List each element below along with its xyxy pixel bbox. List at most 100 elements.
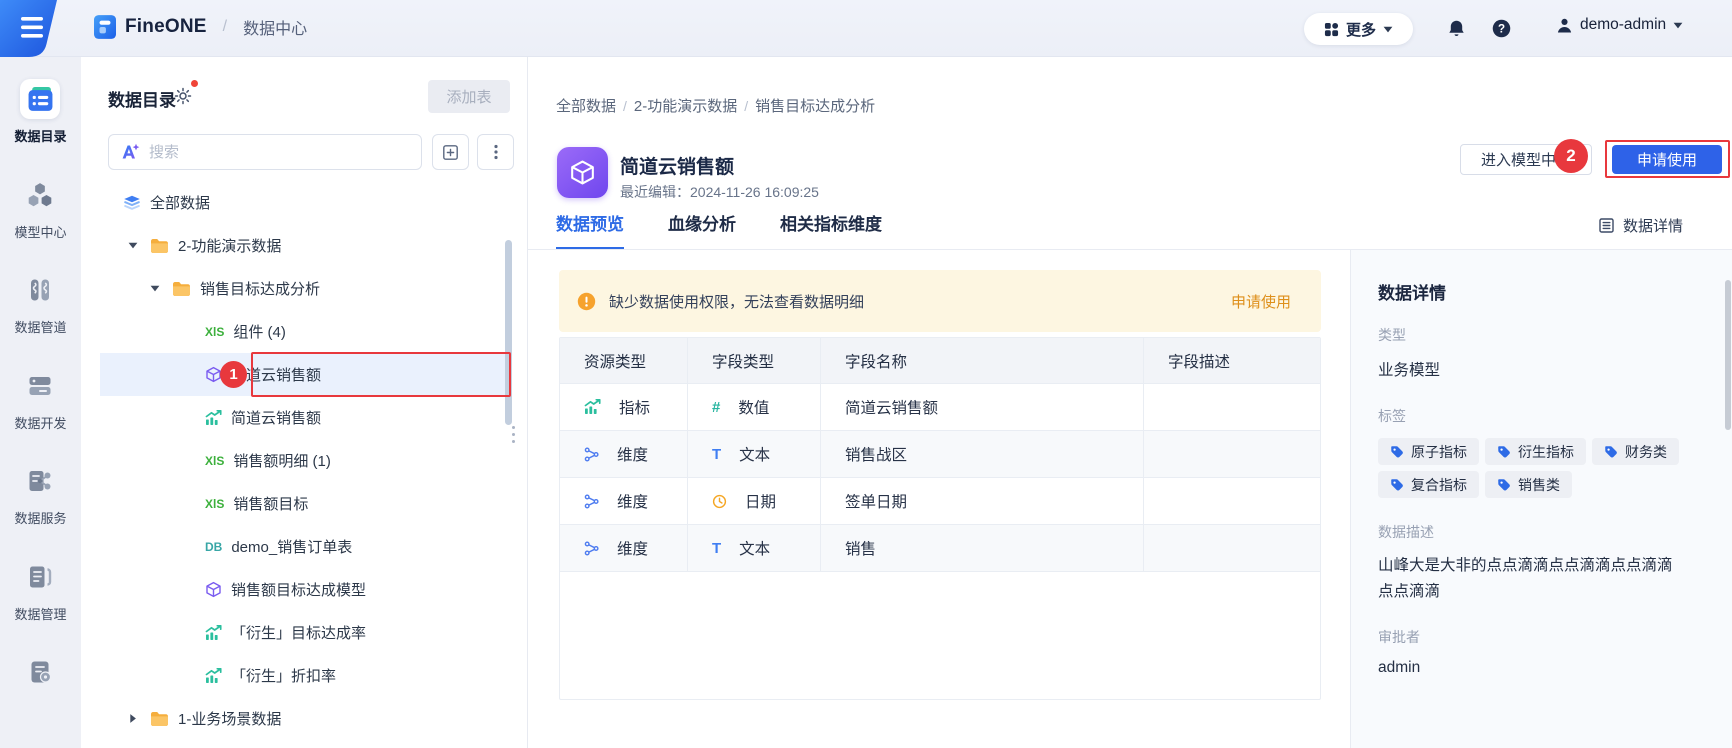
tree-item[interactable]: 1-业务场景数据 <box>100 697 507 740</box>
chart-tree-icon <box>205 668 222 684</box>
table-row[interactable]: 指标#数值简道云销售额 <box>560 384 1320 431</box>
topbar-breadcrumb-section: 数据中心 <box>243 15 307 39</box>
tree-item[interactable]: 销售额目标达成模型 <box>100 568 507 611</box>
resource-type-cell: 维度 <box>560 478 688 525</box>
sidebar-item-label: 数据目录 <box>14 126 66 145</box>
tree-item-label: 「衍生」目标达成率 <box>231 622 366 643</box>
panel-resize-handle[interactable] <box>512 426 515 443</box>
caret-right-icon[interactable] <box>128 715 138 722</box>
search-input[interactable] <box>149 144 421 161</box>
new-folder-button[interactable] <box>432 134 469 170</box>
ai-search-icon <box>120 143 141 161</box>
chevron-down-icon <box>1383 26 1393 33</box>
xls-tree-icon: XlS <box>205 325 224 339</box>
notification-bell-icon[interactable] <box>1447 19 1466 38</box>
sidebar-item-pipeline[interactable]: 数据管道 <box>14 270 66 344</box>
description-value: 山峰大是大非的点点滴滴点点滴滴点点滴滴点点滴滴 <box>1378 553 1678 605</box>
breadcrumb-item[interactable]: 销售目标达成分析 <box>755 98 875 115</box>
sidebar-item-model[interactable]: 模型中心 <box>14 175 66 249</box>
tags-label: 标签 <box>1378 406 1732 426</box>
more-menu-label: 更多 <box>1346 19 1376 40</box>
data-detail-panel: 数据详情 类型 业务模型 标签 原子指标衍生指标财务类复合指标销售类 数据描述 … <box>1350 250 1732 748</box>
search-box[interactable] <box>108 134 422 170</box>
sidebar-item-service[interactable]: 数据服务 <box>14 461 66 535</box>
table-row[interactable]: 维度T文本销售 <box>560 525 1320 572</box>
layers-tree-icon <box>123 195 141 211</box>
tree-item[interactable]: XlS组件 (4) <box>100 310 507 353</box>
page-scrollbar-thumb[interactable] <box>1725 280 1731 430</box>
apps-grid-icon <box>1324 22 1339 37</box>
tag-chip: 销售类 <box>1485 471 1572 498</box>
enter-model-center-button[interactable]: 进入模型中心 <box>1460 144 1592 175</box>
detail-panel-title: 数据详情 <box>1378 279 1732 304</box>
tree-item[interactable]: XlS销售额明细 (1) <box>100 439 507 482</box>
data-detail-toggle[interactable]: 数据详情 <box>1598 215 1683 236</box>
folder-tree-icon <box>172 281 191 297</box>
user-menu[interactable]: demo-admin <box>1556 16 1683 34</box>
tree-item[interactable]: 「衍生」折扣率 <box>100 654 507 697</box>
warning-icon <box>577 292 596 311</box>
more-actions-button[interactable] <box>477 134 514 170</box>
tag-icon <box>1497 445 1511 459</box>
catalog-panel-title: 数据目录 <box>108 86 176 111</box>
dimension-icon <box>584 447 599 462</box>
breadcrumb-item[interactable]: 全部数据 <box>556 98 616 115</box>
tab-相关指标维度[interactable]: 相关指标维度 <box>780 210 882 250</box>
tree-item-selected[interactable]: 简道云销售额 <box>100 353 507 396</box>
sidebar-item-label: 数据管理 <box>14 604 66 623</box>
tree-item-label: 销售目标达成分析 <box>200 278 320 299</box>
sidebar-item-catalog[interactable]: 数据目录 <box>14 79 66 153</box>
tree-item[interactable]: DBdemo_销售订单表 <box>100 525 507 568</box>
detail-list-icon <box>1598 217 1615 234</box>
sidebar-item-manage[interactable]: 数据管理 <box>14 557 66 631</box>
tree-scrollbar-thumb[interactable] <box>505 240 512 425</box>
field-name-cell: 销售 <box>821 525 1144 572</box>
add-table-button[interactable]: 添加表 <box>428 80 510 113</box>
username-label: demo-admin <box>1580 16 1666 34</box>
gear-icon[interactable] <box>174 87 192 110</box>
apply-for-use-link[interactable]: 申请使用 <box>1231 291 1291 312</box>
table-row[interactable]: 维度日期签单日期 <box>560 478 1320 525</box>
tag-icon <box>1604 445 1618 459</box>
type-value: 业务模型 <box>1378 358 1732 380</box>
table-row[interactable]: 维度T文本销售战区 <box>560 431 1320 478</box>
db-tree-icon: DB <box>205 540 222 554</box>
sidebar-item-asset[interactable] <box>21 652 61 726</box>
tab-血缘分析[interactable]: 血缘分析 <box>668 210 736 250</box>
text-icon: T <box>712 446 721 463</box>
sidebar-item-label: 数据开发 <box>14 413 66 432</box>
permission-warning-banner: 缺少数据使用权限，无法查看数据明细 申请使用 <box>559 270 1321 332</box>
apply-for-use-button[interactable]: 申请使用 <box>1612 145 1722 174</box>
chart-tree-icon <box>205 625 222 641</box>
tree-item-label: 2-功能演示数据 <box>178 235 281 256</box>
chevron-down-icon <box>1673 22 1683 29</box>
tree-item[interactable]: 「衍生」目标达成率 <box>100 611 507 654</box>
tree-item-label: 简道云销售额 <box>231 407 321 428</box>
tag-list: 原子指标衍生指标财务类复合指标销售类 <box>1378 438 1714 498</box>
field-desc-cell <box>1144 431 1320 478</box>
table-header-cell: 字段描述 <box>1144 338 1320 384</box>
field-desc-cell <box>1144 525 1320 572</box>
sidebar-item-develop[interactable]: 数据开发 <box>14 366 66 440</box>
field-type-cell: 日期 <box>688 478 821 525</box>
catalog-panel: 数据目录 添加表 全部数据2-功能演示数据销售目标达成分析XlS组件 (4)简道… <box>81 57 528 748</box>
caret-down-icon[interactable] <box>150 285 160 292</box>
app-logo-text: FineONE <box>125 16 207 38</box>
tree-item[interactable]: 2-功能演示数据 <box>100 224 507 267</box>
tree-item-label: 销售额目标 <box>233 493 308 514</box>
tree-item[interactable]: 销售目标达成分析 <box>100 267 507 310</box>
more-menu-button[interactable]: 更多 <box>1304 13 1413 45</box>
breadcrumb-item[interactable]: 2-功能演示数据 <box>634 98 737 115</box>
caret-down-icon[interactable] <box>128 242 138 249</box>
tree-item[interactable]: 全部数据 <box>100 181 507 224</box>
warning-text: 缺少数据使用权限，无法查看数据明细 <box>609 291 1231 312</box>
tab-数据预览[interactable]: 数据预览 <box>556 210 624 250</box>
tree-item[interactable]: 简道云销售额 <box>100 396 507 439</box>
tree-item[interactable]: XlS销售额目标 <box>100 482 507 525</box>
hamburger-menu-button[interactable] <box>0 0 64 57</box>
topbar: FineONE / 数据中心 更多 ? demo-admin <box>0 0 1732 57</box>
number-icon: # <box>712 399 720 416</box>
description-label: 数据描述 <box>1378 522 1732 542</box>
field-type-cell: T文本 <box>688 525 821 572</box>
help-icon[interactable]: ? <box>1492 19 1511 38</box>
